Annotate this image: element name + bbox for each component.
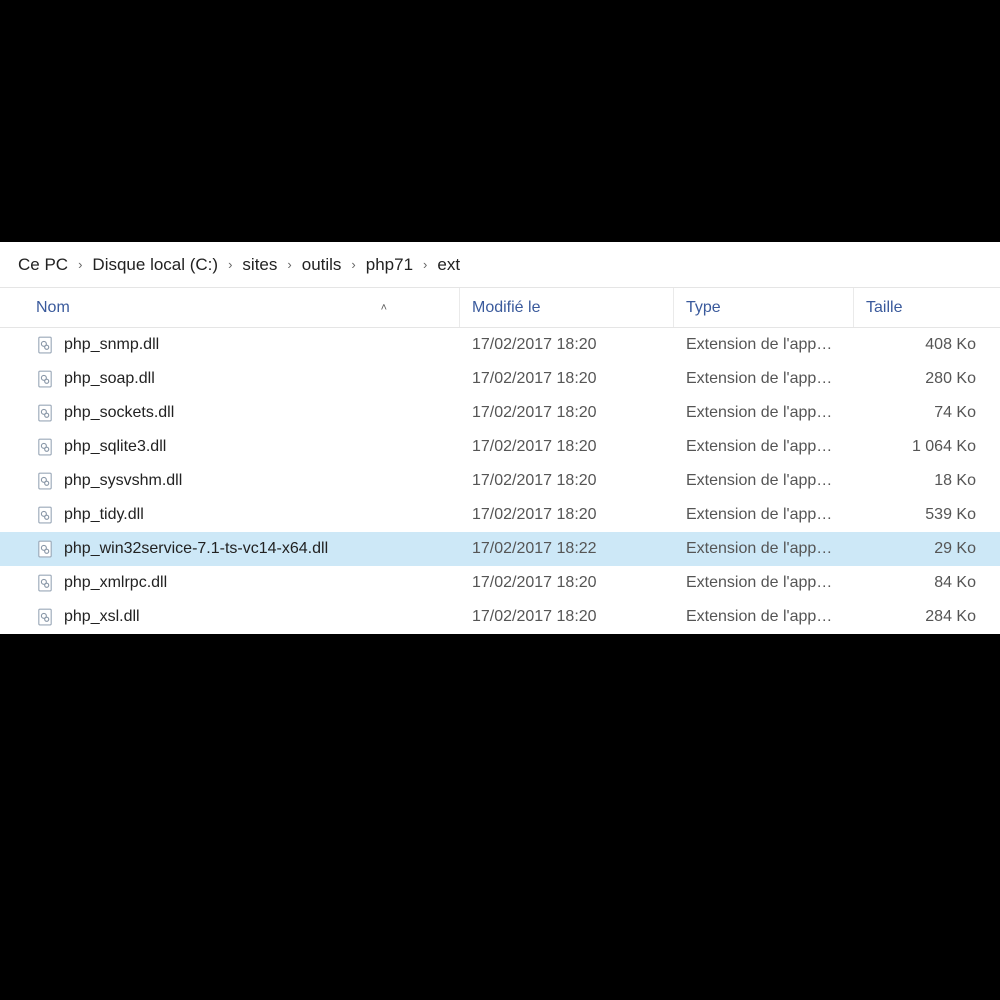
file-name-cell: php_sockets.dll [0, 404, 460, 422]
file-name: php_tidy.dll [64, 506, 144, 524]
file-size-cell: 74 Ko [854, 404, 1000, 422]
breadcrumb-item[interactable]: Disque local (C:) [86, 251, 224, 279]
column-label: Modifié le [472, 299, 540, 317]
dll-file-icon [36, 472, 54, 490]
column-header-modified[interactable]: Modifié le [460, 288, 674, 327]
file-size-cell: 280 Ko [854, 370, 1000, 388]
file-modified-cell: 17/02/2017 18:20 [460, 404, 674, 422]
file-size-cell: 284 Ko [854, 608, 1000, 626]
file-name-cell: php_xmlrpc.dll [0, 574, 460, 592]
file-name: php_win32service-7.1-ts-vc14-x64.dll [64, 540, 328, 558]
file-name: php_xsl.dll [64, 608, 140, 626]
chevron-right-icon: › [224, 257, 236, 272]
file-modified-cell: 17/02/2017 18:22 [460, 540, 674, 558]
dll-file-icon [36, 370, 54, 388]
file-name: php_soap.dll [64, 370, 155, 388]
breadcrumb-item[interactable]: Ce PC [12, 251, 74, 279]
explorer-window: Ce PC › Disque local (C:) › sites › outi… [0, 242, 1000, 634]
sort-ascending-icon: ˄ [381, 302, 447, 314]
file-type-cell: Extension de l'app… [674, 438, 854, 456]
chevron-right-icon: › [74, 257, 86, 272]
dll-file-icon [36, 336, 54, 354]
file-name-cell: php_win32service-7.1-ts-vc14-x64.dll [0, 540, 460, 558]
file-name-cell: php_sqlite3.dll [0, 438, 460, 456]
file-modified-cell: 17/02/2017 18:20 [460, 574, 674, 592]
file-modified-cell: 17/02/2017 18:20 [460, 608, 674, 626]
file-row[interactable]: php_win32service-7.1-ts-vc14-x64.dll 17/… [0, 532, 1000, 566]
file-size-cell: 1 064 Ko [854, 438, 1000, 456]
breadcrumb[interactable]: Ce PC › Disque local (C:) › sites › outi… [0, 242, 1000, 288]
file-name-cell: php_sysvshm.dll [0, 472, 460, 490]
file-row[interactable]: php_soap.dll 17/02/2017 18:20 Extension … [0, 362, 1000, 396]
file-modified-cell: 17/02/2017 18:20 [460, 506, 674, 524]
file-type-cell: Extension de l'app… [674, 540, 854, 558]
file-size-cell: 84 Ko [854, 574, 1000, 592]
column-label: Nom [36, 299, 70, 317]
file-row[interactable]: php_snmp.dll 17/02/2017 18:20 Extension … [0, 328, 1000, 362]
file-size-cell: 29 Ko [854, 540, 1000, 558]
chevron-right-icon: › [347, 257, 359, 272]
file-name: php_sysvshm.dll [64, 472, 182, 490]
file-name: php_xmlrpc.dll [64, 574, 167, 592]
file-type-cell: Extension de l'app… [674, 608, 854, 626]
file-name: php_sockets.dll [64, 404, 174, 422]
file-name: php_snmp.dll [64, 336, 159, 354]
file-type-cell: Extension de l'app… [674, 472, 854, 490]
column-header-name[interactable]: Nom ˄ [0, 288, 460, 327]
file-name-cell: php_soap.dll [0, 370, 460, 388]
columns-header: Nom ˄ Modifié le Type Taille [0, 288, 1000, 328]
file-row[interactable]: php_sqlite3.dll 17/02/2017 18:20 Extensi… [0, 430, 1000, 464]
file-name-cell: php_snmp.dll [0, 336, 460, 354]
file-row[interactable]: php_xmlrpc.dll 17/02/2017 18:20 Extensio… [0, 566, 1000, 600]
file-size-cell: 408 Ko [854, 336, 1000, 354]
file-row[interactable]: php_xsl.dll 17/02/2017 18:20 Extension d… [0, 600, 1000, 634]
chevron-right-icon: › [419, 257, 431, 272]
dll-file-icon [36, 438, 54, 456]
column-label: Type [686, 299, 721, 317]
file-name-cell: php_tidy.dll [0, 506, 460, 524]
breadcrumb-item[interactable]: php71 [360, 251, 419, 279]
dll-file-icon [36, 574, 54, 592]
dll-file-icon [36, 404, 54, 422]
column-header-size[interactable]: Taille [854, 288, 1000, 327]
file-type-cell: Extension de l'app… [674, 404, 854, 422]
dll-file-icon [36, 540, 54, 558]
file-size-cell: 539 Ko [854, 506, 1000, 524]
file-size-cell: 18 Ko [854, 472, 1000, 490]
file-row[interactable]: php_sockets.dll 17/02/2017 18:20 Extensi… [0, 396, 1000, 430]
file-modified-cell: 17/02/2017 18:20 [460, 472, 674, 490]
breadcrumb-item[interactable]: sites [236, 251, 283, 279]
dll-file-icon [36, 506, 54, 524]
column-header-type[interactable]: Type [674, 288, 854, 327]
file-type-cell: Extension de l'app… [674, 370, 854, 388]
file-type-cell: Extension de l'app… [674, 574, 854, 592]
breadcrumb-item[interactable]: outils [296, 251, 348, 279]
file-list: php_snmp.dll 17/02/2017 18:20 Extension … [0, 328, 1000, 634]
file-row[interactable]: php_sysvshm.dll 17/02/2017 18:20 Extensi… [0, 464, 1000, 498]
column-label: Taille [866, 299, 902, 317]
chevron-right-icon: › [283, 257, 295, 272]
file-type-cell: Extension de l'app… [674, 506, 854, 524]
dll-file-icon [36, 608, 54, 626]
file-name-cell: php_xsl.dll [0, 608, 460, 626]
file-name: php_sqlite3.dll [64, 438, 166, 456]
file-row[interactable]: php_tidy.dll 17/02/2017 18:20 Extension … [0, 498, 1000, 532]
file-modified-cell: 17/02/2017 18:20 [460, 370, 674, 388]
file-modified-cell: 17/02/2017 18:20 [460, 438, 674, 456]
file-type-cell: Extension de l'app… [674, 336, 854, 354]
file-modified-cell: 17/02/2017 18:20 [460, 336, 674, 354]
breadcrumb-item[interactable]: ext [431, 251, 466, 279]
